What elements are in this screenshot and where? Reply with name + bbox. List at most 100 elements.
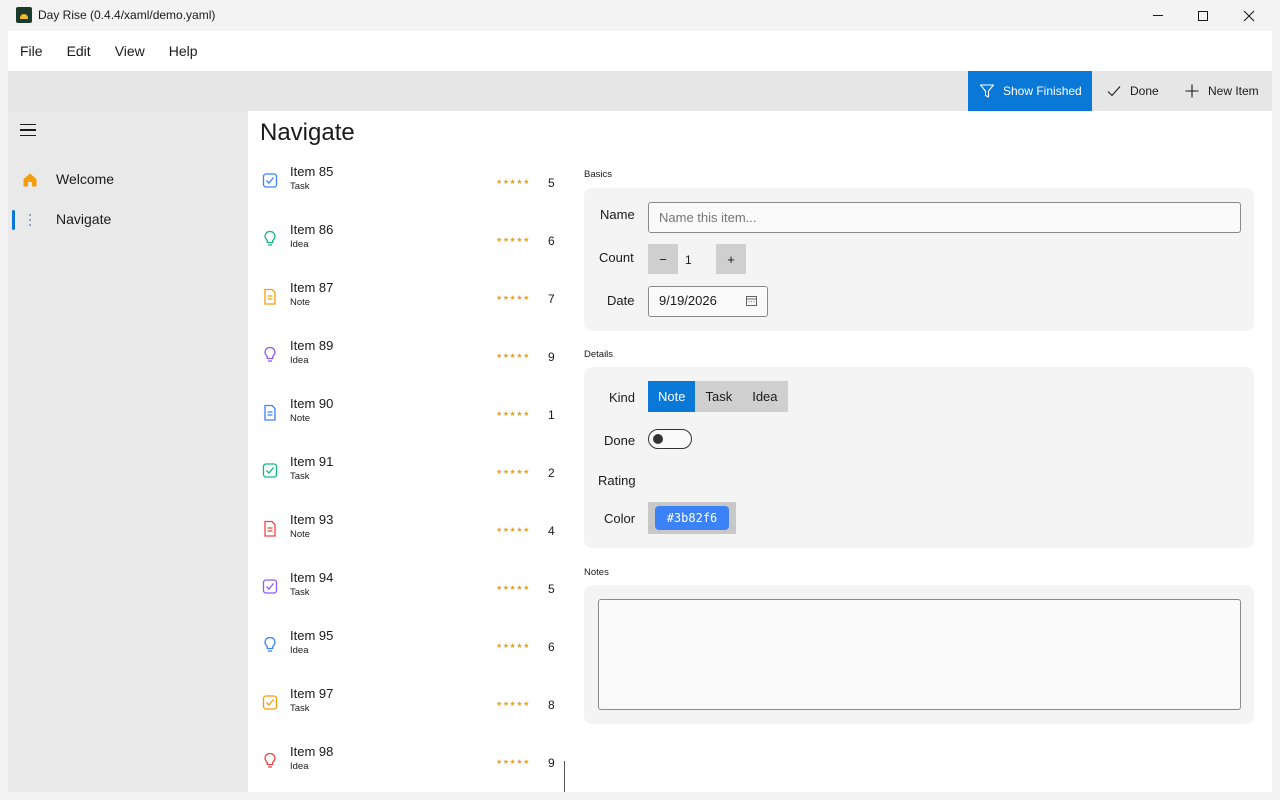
nav-item-welcome[interactable]: Welcome	[8, 160, 248, 200]
item-kind: Task	[290, 471, 310, 482]
item-kind: Task	[290, 181, 310, 192]
item-title: Item 98	[290, 744, 334, 759]
item-kind: Note	[290, 413, 311, 424]
item-title: Item 89	[290, 338, 334, 353]
check-square-icon	[262, 695, 278, 710]
menu-view[interactable]: View	[103, 31, 157, 71]
page-title: Navigate	[260, 119, 355, 146]
item-kind: Task	[290, 587, 310, 598]
rating-stars: ★★★★★	[496, 411, 530, 418]
more-vertical-icon	[29, 214, 31, 226]
date-label: Date	[607, 293, 635, 308]
menu-edit[interactable]: Edit	[55, 31, 103, 71]
list-item[interactable]: Item 89 Idea ★★★★★ 9	[248, 335, 564, 393]
minimize-button[interactable]	[1135, 0, 1181, 31]
list-item[interactable]: Item 93 Note ★★★★★ 4	[248, 509, 564, 567]
date-picker[interactable]: 9/19/2026	[648, 286, 768, 317]
check-square-icon	[262, 579, 278, 594]
maximize-icon	[1198, 10, 1208, 21]
check-square-icon	[262, 173, 278, 188]
section-label-basics: Basics	[584, 169, 612, 180]
title-bar: Day Rise (0.4.4/xaml/demo.yaml)	[0, 0, 1280, 31]
lightbulb-icon	[264, 752, 276, 768]
rating-stars: ★★★★★	[496, 295, 530, 302]
note-icon	[264, 404, 276, 421]
done-toggle[interactable]	[648, 429, 692, 449]
rating-stars: ★★★★★	[496, 179, 530, 186]
date-value: 9/19/2026	[659, 293, 717, 308]
item-rating: 9	[548, 350, 555, 364]
item-rating: 9	[548, 756, 555, 770]
item-kind: Idea	[290, 355, 309, 366]
color-picker-button[interactable]: #3b82f6	[648, 502, 736, 534]
kind-option-task[interactable]: Task	[695, 381, 742, 412]
calendar-icon[interactable]	[746, 295, 757, 306]
close-button[interactable]	[1226, 0, 1272, 31]
menu-file[interactable]: File	[8, 31, 55, 71]
count-label: Count	[599, 250, 634, 265]
selection-indicator	[12, 210, 15, 230]
item-kind: Idea	[290, 239, 309, 250]
item-rating: 5	[548, 582, 555, 596]
item-title: Item 97	[290, 686, 334, 701]
home-icon	[23, 173, 37, 187]
list-item[interactable]: Item 90 Note ★★★★★ 1	[248, 393, 564, 451]
rating-stars: ★★★★★	[496, 701, 530, 708]
done-label: Done	[1130, 84, 1159, 98]
item-title: Item 87	[290, 280, 334, 295]
scrollbar[interactable]	[564, 761, 565, 792]
list-item[interactable]: Item 87 Note ★★★★★ 7	[248, 277, 564, 335]
decrement-button[interactable]: −	[648, 244, 678, 274]
item-rating: 5	[548, 176, 555, 190]
show-finished-button[interactable]: Show Finished	[968, 71, 1092, 111]
item-kind: Idea	[290, 761, 309, 772]
list-item[interactable]: Item 98 Idea ★★★★★ 9	[248, 741, 564, 792]
content-area: Navigate Item 85 Task ★★★★★ 5 Item 86 Idea ★★★…	[248, 111, 1272, 792]
name-input[interactable]	[648, 202, 1241, 233]
name-label: Name	[600, 207, 635, 222]
nav-item-label: Navigate	[56, 211, 112, 227]
list-item[interactable]: Item 85 Task ★★★★★ 5	[248, 161, 564, 219]
section-label-details: Details	[584, 349, 614, 360]
kind-option-note[interactable]: Note	[648, 381, 696, 412]
list-item[interactable]: Item 95 Idea ★★★★★ 6	[248, 625, 564, 683]
item-rating: 4	[548, 524, 555, 538]
list-item[interactable]: Item 94 Task ★★★★★ 5	[248, 567, 564, 625]
item-title: Item 93	[290, 512, 334, 527]
filter-icon	[979, 84, 995, 98]
basics-card: Name Count − 1 + Date 9/19/2026	[584, 188, 1254, 331]
item-rating: 7	[548, 292, 555, 306]
list-item[interactable]: Item 91 Task ★★★★★ 2	[248, 451, 564, 509]
nav-item-navigate[interactable]: Navigate	[8, 200, 248, 240]
item-kind: Note	[290, 529, 311, 540]
rating-stars: ★★★★★	[496, 353, 530, 360]
checkmark-icon	[1107, 86, 1121, 97]
kind-label: Kind	[609, 390, 636, 405]
item-list[interactable]: Item 85 Task ★★★★★ 5 Item 86 Idea ★★★★★ 6 Item 8…	[248, 161, 564, 792]
menu-help[interactable]: Help	[157, 31, 210, 71]
hamburger-menu-icon[interactable]	[20, 124, 36, 138]
increment-button[interactable]: +	[716, 244, 746, 274]
rating-stars: ★★★★★	[496, 759, 530, 766]
list-item[interactable]: Item 97 Task ★★★★★ 8	[248, 683, 564, 741]
new-item-button[interactable]: New Item	[1184, 71, 1259, 111]
rating-label: Rating	[598, 473, 636, 488]
details-card: Kind Note Task Idea Done Rating Color #3…	[584, 367, 1254, 548]
maximize-button[interactable]	[1180, 0, 1226, 31]
kind-option-idea[interactable]: Idea	[742, 381, 787, 412]
count-value[interactable]: 1	[685, 253, 692, 267]
item-kind: Task	[290, 703, 310, 714]
kind-segmented-control: Note Task Idea	[648, 381, 788, 412]
command-bar: Show Finished Done New Item	[8, 71, 1272, 111]
close-icon	[1243, 10, 1255, 21]
item-rating: 6	[548, 234, 555, 248]
done-button[interactable]: Done	[1106, 71, 1159, 111]
plus-icon	[1185, 84, 1199, 98]
note-icon	[264, 520, 276, 537]
check-square-icon	[262, 463, 278, 478]
lightbulb-icon	[264, 230, 276, 246]
item-rating: 6	[548, 640, 555, 654]
notes-textarea[interactable]	[598, 599, 1241, 710]
list-item[interactable]: Item 86 Idea ★★★★★ 6	[248, 219, 564, 277]
item-title: Item 94	[290, 570, 334, 585]
